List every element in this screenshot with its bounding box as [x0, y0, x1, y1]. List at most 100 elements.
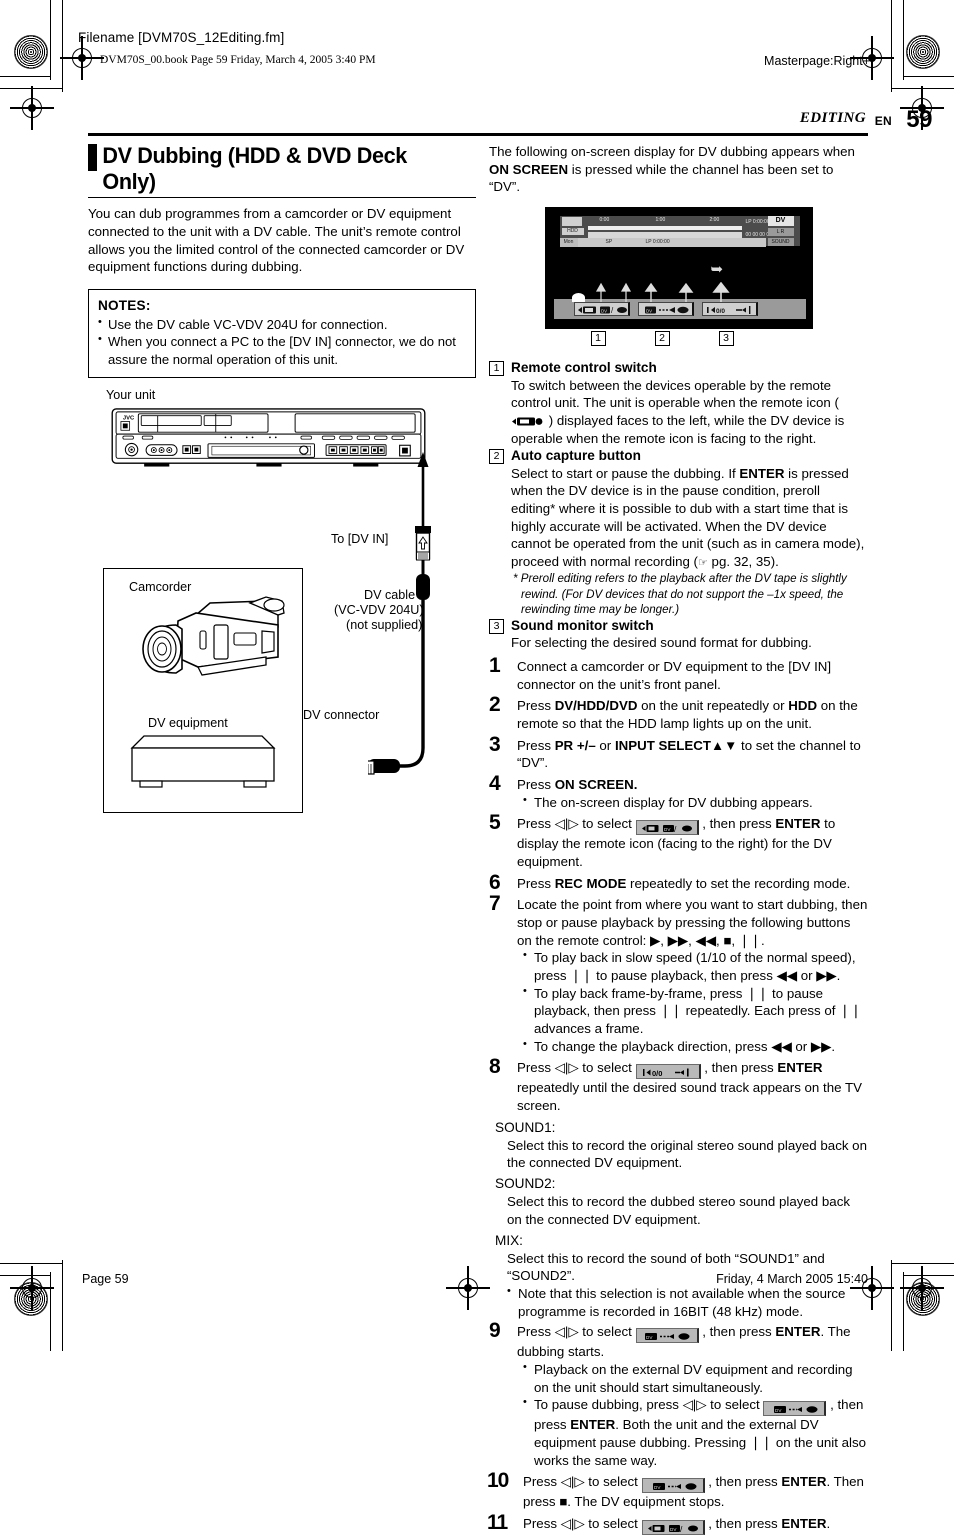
- auto-capture-icon: DV: [644, 1333, 689, 1341]
- registration-mark-top-left: [10, 86, 54, 130]
- remote-icon: DV /: [577, 306, 627, 315]
- osd-item-2-number: 2: [489, 449, 504, 465]
- notes-box: NOTES: Use the DV cable VC-VDV 204U for …: [88, 289, 476, 378]
- step-4-sub-1: The on-screen display for DV dubbing app…: [523, 793, 868, 812]
- osd-screenshot-wrap: HDD 0:00 1:00 2:00 LP 0:00:00 00 00 00 0…: [489, 207, 868, 353]
- step-5-text: Press ◁|▷ to select DV / , then press ENT…: [517, 815, 868, 870]
- note-item: When you connect a PC to the [DV IN] con…: [98, 332, 466, 368]
- sound-monitor-icon: 0/0: [706, 306, 750, 315]
- osd-item-1-title: Remote control switch: [511, 360, 657, 376]
- label-dv-cable-line1: DV cable: [364, 587, 416, 602]
- step-10-number: 10: [487, 1469, 509, 1493]
- step-9-number: 9: [489, 1319, 501, 1343]
- step-7-text: Locate the point from where you want to …: [517, 897, 868, 948]
- remote-switch-chip[interactable]: DV /: [641, 1520, 705, 1536]
- registration-mark-bottom-left: [10, 1266, 54, 1310]
- label-dv-cable-line3: (not supplied): [346, 617, 423, 632]
- crop-line-bl-h2: [0, 1263, 62, 1265]
- osd-item-2-body-c: pg. 32, 35).: [707, 553, 779, 569]
- step-6-t1: Press: [517, 875, 555, 891]
- pr-button-ref: PR +/–: [554, 737, 596, 753]
- osd-item-2-body-b: is pressed when the DV device is in the …: [511, 465, 865, 569]
- osd-item-1: 1 Remote control switch To switch betwee…: [489, 359, 868, 447]
- notes-title: NOTES:: [98, 298, 151, 314]
- svg-text:DV: DV: [670, 1527, 677, 1532]
- step-5-number: 5: [489, 811, 501, 835]
- enter-button-ref: ENTER: [570, 1417, 616, 1433]
- density-disc-top-right: [906, 35, 940, 69]
- footer-date-label: Friday, 4 March 2005 15:40: [716, 1272, 868, 1286]
- intro-paragraph: You can dub programmes from a camcorder …: [88, 206, 465, 275]
- stop-dubbing-chip[interactable]: DV: [641, 1478, 705, 1494]
- svg-text:0/0: 0/0: [716, 308, 725, 315]
- osd-mon-badge: Mon: [559, 238, 578, 248]
- osd-item-3-title: Sound monitor switch: [511, 617, 654, 633]
- osd-deck-badge: HDD: [561, 228, 584, 236]
- density-disc-top-left: [14, 35, 48, 69]
- step-11-t2: , then press: [704, 1516, 782, 1532]
- step-11: 11 Press ◁|▷ to select DV / , then press …: [487, 1511, 868, 1536]
- osd-item-1-body: To switch between the devices operable b…: [511, 377, 868, 447]
- header-language-code: EN: [874, 114, 892, 128]
- osd-item-2: 2 Auto capture button Select to start or…: [489, 447, 868, 617]
- step-3-t1: Press: [517, 737, 555, 753]
- osd-btn-remote[interactable]: DV /: [573, 302, 630, 317]
- osd-title-counter: LP 0:00:00: [645, 239, 670, 246]
- osd-tick-0: 0:00: [599, 217, 610, 224]
- notes-list: Use the DV cable VC-VDV 204U for connect…: [98, 315, 466, 368]
- enter-button-ref: ENTER: [777, 1060, 823, 1076]
- registration-mark-bottom-center: [446, 1266, 490, 1310]
- remote-switch-icon: DV /: [647, 1524, 698, 1534]
- svg-text:JVC: JVC: [123, 415, 135, 421]
- remote-icon: [512, 417, 543, 426]
- step-5: 5 Press ◁|▷ to select DV / , then press E…: [489, 811, 868, 870]
- camcorder-illustration: [142, 596, 285, 676]
- step-3-number: 3: [489, 732, 501, 756]
- osd-item-2-title: Auto capture button: [511, 448, 641, 464]
- dv-hdd-dvd-button-ref: DV/HDD/DVD: [554, 698, 638, 714]
- step-10-t2: , then press: [704, 1474, 782, 1490]
- header-page-number: 59: [906, 106, 932, 133]
- osd-btn-autocapture[interactable]: DV: [637, 302, 694, 317]
- osd-intro-pre: The following on-screen display for DV d…: [489, 144, 855, 159]
- step-2-text: Press DV/HDD/DVD on the unit repeatedly …: [517, 697, 868, 732]
- osd-btn-sound[interactable]: 0/0: [701, 302, 758, 317]
- step-7-sub-1: To play back in slow speed (1/10 of the …: [523, 948, 868, 984]
- remote-switch-chip[interactable]: DV /: [635, 820, 699, 836]
- osd-audio-badge: L R: [767, 228, 794, 237]
- step-8-t2: , then press: [700, 1060, 778, 1076]
- sound-mode-sound2: SOUND2: Select this to record the dubbed…: [495, 1175, 868, 1228]
- step-2-t2: on the unit repeatedly or: [637, 698, 789, 714]
- auto-capture-chip[interactable]: DV: [635, 1328, 699, 1344]
- svg-text:DV: DV: [646, 308, 652, 313]
- step-8-t1: Press ◁|▷ to select: [517, 1060, 636, 1076]
- osd-item-2-body: Select to start or pause the dubbing. If…: [511, 465, 868, 571]
- registration-mark-top-center-left: [60, 36, 104, 80]
- sound-switch-icon: 0/0: [642, 1068, 689, 1078]
- osd-mode-badge: DV: [767, 216, 794, 227]
- step-7: 7 Locate the point from where you want t…: [489, 892, 868, 1055]
- pause-dubbing-icon: DV: [774, 1406, 818, 1414]
- sound2-label: SOUND2:: [495, 1176, 556, 1192]
- step-8-t3: repeatedly until the desired sound track…: [517, 1080, 862, 1114]
- step-1-text: Connect a camcorder or DV equipment to t…: [517, 658, 832, 692]
- sound1-label: SOUND1:: [495, 1119, 556, 1135]
- hdd-button-ref: HDD: [788, 698, 818, 714]
- registration-mark-bottom-right: [900, 1266, 944, 1310]
- tv-screen: HDD 0:00 1:00 2:00 LP 0:00:00 00 00 00 0…: [544, 207, 813, 330]
- step-9-t2: , then press: [698, 1324, 776, 1340]
- section-title-underline: [88, 196, 476, 199]
- step-4-number: 4: [489, 771, 501, 795]
- label-to-dv-in: To [DV IN]: [331, 531, 389, 546]
- procedure-steps: 1 Connect a camcorder or DV equipment to…: [487, 654, 868, 1536]
- crop-line-tr-h: [904, 76, 954, 78]
- step-11-text: Press ◁|▷ to select DV / , then press ENT…: [523, 1515, 868, 1536]
- pause-dubbing-chip[interactable]: DV: [763, 1401, 827, 1417]
- step-5-t1: Press ◁|▷ to select: [517, 816, 636, 832]
- osd-tick-1: 1:00: [655, 217, 666, 224]
- remote-switch-icon: DV /: [641, 824, 692, 834]
- osd-item-descriptions: 1 Remote control switch To switch betwee…: [489, 359, 868, 652]
- sound-switch-chip[interactable]: 0/0: [635, 1064, 701, 1080]
- step-1: 1 Connect a camcorder or DV equipment to…: [489, 654, 868, 693]
- osd-item-1-number: 1: [489, 361, 504, 377]
